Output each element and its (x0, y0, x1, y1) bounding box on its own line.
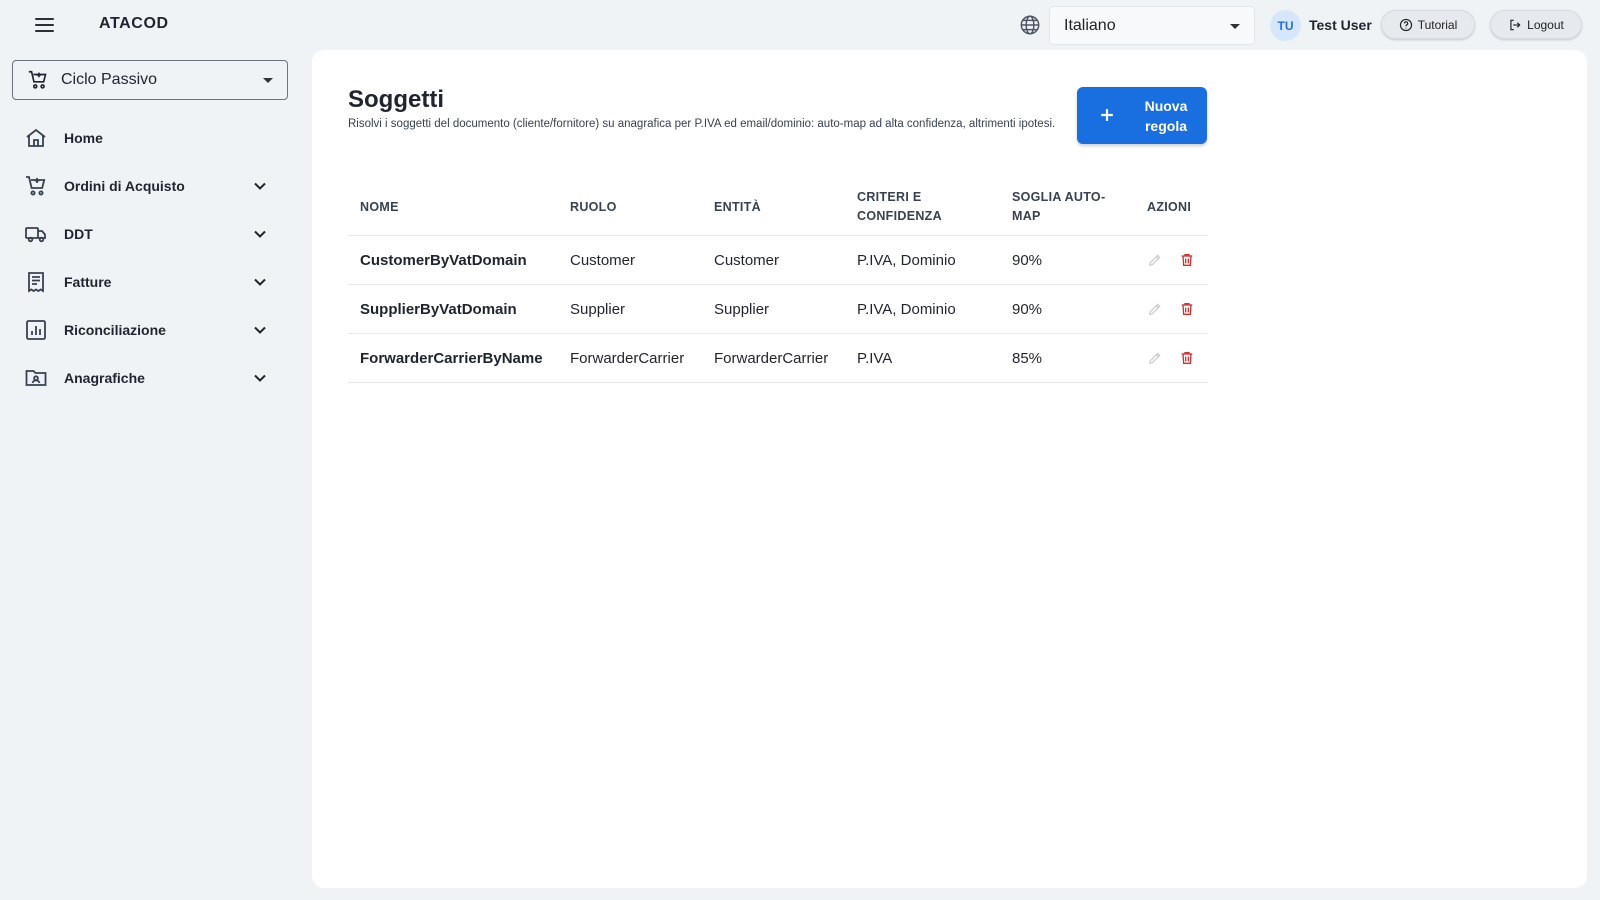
menu-icon[interactable] (33, 14, 57, 36)
dropdown-caret-icon (1230, 24, 1240, 29)
table-row[interactable]: SupplierByVatDomain Supplier Supplier P.… (348, 285, 1208, 334)
sidebar-item-label: Riconciliazione (64, 322, 166, 338)
sidebar-item-ddt[interactable]: DDT (12, 212, 288, 256)
home-icon (26, 128, 46, 147)
cell-ruolo: Customer (570, 252, 636, 269)
chevron-down-icon[interactable] (250, 224, 270, 244)
sidebar-item-label: DDT (64, 226, 93, 242)
cell-entita: ForwarderCarrier (714, 350, 829, 367)
column-header-soglia[interactable]: SOGLIA AUTO-MAP (1012, 178, 1122, 236)
tutorial-button[interactable]: Tutorial (1381, 10, 1475, 39)
column-header-criteri[interactable]: CRITERI E CONFIDENZA (857, 178, 967, 236)
cell-nome: CustomerByVatDomain (360, 252, 527, 269)
cell-soglia: 85% (1012, 350, 1043, 367)
user-name: Test User (1309, 17, 1372, 33)
chevron-down-icon[interactable] (250, 368, 270, 388)
column-header-nome[interactable]: NOME (360, 178, 560, 236)
column-header-azioni: AZIONI (1147, 199, 1192, 214)
contact-folder-icon (25, 370, 47, 386)
top-bar: ATACOD Italiano TU Test User Tutorial Lo… (0, 0, 1600, 50)
logout-icon (1510, 19, 1521, 30)
cell-criteri: P.IVA (857, 350, 893, 367)
edit-icon[interactable] (1147, 252, 1163, 268)
table-row[interactable]: ForwarderCarrierByName ForwarderCarrier … (348, 334, 1208, 383)
delete-icon[interactable] (1179, 350, 1195, 366)
cell-entita: Customer (714, 252, 780, 269)
cart-icon (28, 70, 47, 89)
language-value: Italiano (1064, 16, 1116, 34)
chevron-down-icon[interactable] (250, 320, 270, 340)
column-header-ruolo[interactable]: RUOLO (570, 178, 700, 236)
sidebar: Ciclo Passivo Home Ordini di Acquisto DD… (0, 50, 300, 900)
cell-entita: Supplier (714, 301, 770, 318)
sidebar-item-label: Ordini di Acquisto (64, 178, 185, 194)
sidebar-item-anagrafiche[interactable]: Anagrafiche (12, 356, 288, 400)
new-rule-button[interactable]: Nuova regola (1077, 87, 1207, 144)
delete-icon[interactable] (1179, 301, 1195, 317)
edit-icon[interactable] (1147, 301, 1163, 317)
sidebar-item-riconciliazione[interactable]: Riconciliazione (12, 308, 288, 352)
edit-icon[interactable] (1147, 350, 1163, 366)
column-header-entita[interactable]: ENTITÀ (714, 178, 844, 236)
cell-nome: SupplierByVatDomain (360, 301, 517, 318)
truck-icon (25, 227, 46, 243)
cell-criteri: P.IVA, Dominio (857, 252, 956, 269)
delete-icon[interactable] (1179, 252, 1195, 268)
new-rule-label: Nuova regola (1144, 98, 1188, 134)
cart-icon (26, 176, 46, 196)
cell-soglia: 90% (1012, 252, 1043, 269)
help-circle-icon (1399, 18, 1412, 31)
main-panel: Soggetti Risolvi i soggetti del document… (312, 50, 1587, 888)
table-header: NOME RUOLO ENTITÀ CRITERI E CONFIDENZA S… (348, 178, 1208, 236)
page-title: Soggetti (348, 86, 444, 113)
sidebar-item-fatture[interactable]: Fatture (12, 260, 288, 304)
logout-button[interactable]: Logout (1490, 10, 1582, 39)
plus-icon (1101, 109, 1113, 121)
app-title: ATACOD (99, 15, 169, 32)
logout-label: Logout (1527, 17, 1564, 32)
sidebar-item-label: Fatture (64, 274, 112, 290)
rules-table: NOME RUOLO ENTITÀ CRITERI E CONFIDENZA S… (348, 178, 1208, 383)
tutorial-label: Tutorial (1417, 17, 1458, 32)
sidebar-item-ordini-di-acquisto[interactable]: Ordini di Acquisto (12, 164, 288, 208)
cell-soglia: 90% (1012, 301, 1043, 318)
cell-ruolo: Supplier (570, 301, 626, 318)
sidebar-item-home[interactable]: Home (12, 116, 288, 160)
receipt-icon (28, 272, 44, 293)
cell-ruolo: ForwarderCarrier (570, 350, 685, 367)
avatar[interactable]: TU (1270, 10, 1301, 41)
chevron-down-icon[interactable] (250, 176, 270, 196)
chevron-down-icon[interactable] (250, 272, 270, 292)
chart-icon (26, 320, 46, 340)
cycle-value: Ciclo Passivo (61, 71, 158, 88)
sidebar-item-label: Home (64, 130, 103, 146)
table-row[interactable]: CustomerByVatDomain Customer Customer P.… (348, 236, 1208, 285)
cell-criteri: P.IVA, Dominio (857, 301, 956, 318)
page-description: Risolvi i soggetti del documento (client… (348, 118, 1056, 130)
cell-nome: ForwarderCarrierByName (360, 350, 543, 367)
dropdown-caret-icon (263, 78, 273, 83)
language-select[interactable]: Italiano (1049, 6, 1255, 45)
globe-icon[interactable] (1019, 14, 1041, 36)
sidebar-item-label: Anagrafiche (64, 370, 145, 386)
cycle-select[interactable]: Ciclo Passivo (12, 60, 288, 100)
